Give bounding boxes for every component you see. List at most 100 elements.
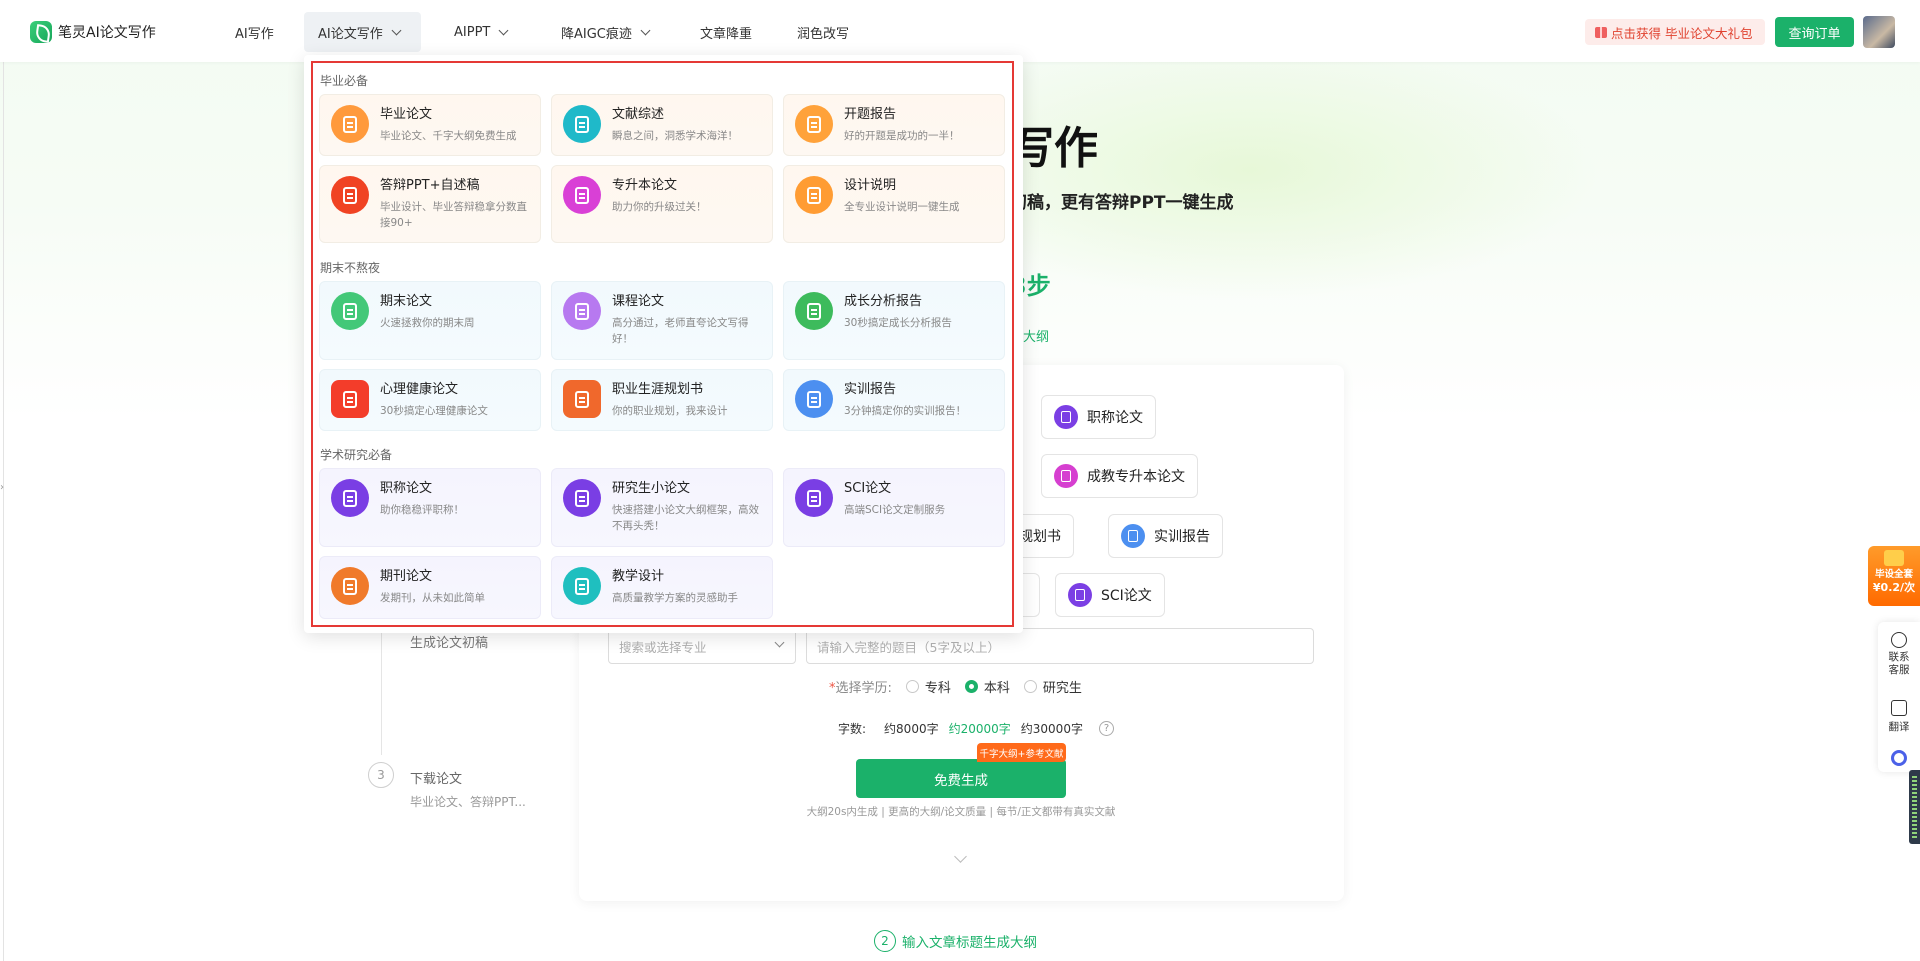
upgrade-icon [563, 176, 601, 214]
menu-item-sci-paper[interactable]: SCI论文 高端SCI论文定制服务 [783, 468, 1005, 547]
top-header: 笔灵AI论文写作 AI写作 AI论文写作 AIPPT 降AIGC痕迹 文章降重 … [0, 0, 1920, 62]
step3-number: 3 [368, 762, 394, 788]
menu-item-teaching-design[interactable]: 教学设计 高质量教学方案的灵感助手 [551, 556, 773, 619]
chevron-down-icon [640, 25, 651, 35]
menu-item-upgrade-paper[interactable]: 专升本论文 助力你的升级过关！ [551, 165, 773, 243]
nav-plagiarism-reduce[interactable]: 文章降重 [686, 12, 766, 52]
chip-sci-paper[interactable]: SCI论文 [1055, 573, 1165, 617]
major-select-placeholder: 搜索或选择专业 [619, 639, 707, 655]
step2-desc: 生成论文初稿 [410, 636, 489, 651]
menu-item-desc: 瞬息之间，洞悉学术海洋！ [612, 130, 738, 142]
menu-item-title: 专升本论文 [612, 178, 678, 193]
nav-label: AI论文写作 [318, 26, 383, 42]
menu-item-desc: 助你稳稳评职称！ [380, 504, 464, 516]
menu-item-title: 心理健康论文 [380, 382, 459, 397]
step-label: 输入文章标题生成大纲 [902, 935, 1037, 951]
logo[interactable]: 笔灵AI论文写作 [30, 21, 156, 43]
gift-icon [1595, 26, 1607, 38]
chip-title-paper[interactable]: 职称论文 [1041, 395, 1156, 439]
radio-associate[interactable] [905, 679, 919, 693]
menu-item-desc: 发期刊，从未如此简单 [380, 592, 485, 604]
menu-item-mental-health-paper[interactable]: 心理健康论文 30秒搞定心理健康论文 [319, 369, 541, 431]
page-background: › 写作 初稿，更有答辩PPT一键生成 3步 字大纲 生成论文初稿 3 下载论文… [0, 0, 1920, 961]
menu-item-career-plan[interactable]: 职业生涯规划书 你的职业规划，我来设计 [551, 369, 773, 431]
menu-item-design-description[interactable]: 设计说明 全专业设计说明一键生成 [783, 165, 1005, 243]
radio-label-bachelor: 本科 [983, 680, 1010, 696]
growth-chart-icon [795, 292, 833, 330]
menu-item-title: 文献综述 [612, 107, 665, 122]
gift-pack-button[interactable]: 点击获得 毕业论文大礼包 [1585, 19, 1765, 45]
nav-label: AIPPT [454, 24, 491, 40]
menu-item-title: 成长分析报告 [844, 294, 923, 309]
step3-title: 下载论文 [410, 772, 463, 787]
menu-item-title-paper[interactable]: 职称论文 助你稳稳评职称！ [319, 468, 541, 547]
left-edge-line [3, 60, 4, 961]
word-option-30000[interactable]: 约30000字 [1021, 720, 1083, 737]
promo-gift-widget[interactable]: 毕设全套 ¥0.2/次 [1868, 546, 1920, 606]
chip-training-report[interactable]: 实训报告 [1108, 514, 1223, 558]
menu-item-desc: 毕业论文、千字大纲免费生成 [380, 130, 517, 142]
radio-bachelor[interactable] [964, 679, 978, 693]
contact-service-button[interactable]: 联系客服 [1878, 632, 1920, 677]
nav-polish-rewrite[interactable]: 润色改写 [783, 12, 863, 52]
menu-item-training-report[interactable]: 实训报告 3分钟搞定你的实训报告！ [783, 369, 1005, 431]
menu-item-desc: 快速搭建小论文大纲框架，高效不再头秃！ [612, 504, 759, 532]
nav-ai-paper-writing[interactable]: AI论文写作 [304, 12, 421, 52]
chip-label: SCI论文 [1101, 588, 1152, 604]
menu-item-desc: 30秒搞定成长分析报告 [844, 317, 952, 329]
promo-price: ¥0.2/次 [1872, 581, 1916, 594]
menu-item-final-paper[interactable]: 期末论文 火速拯救你的期末周 [319, 281, 541, 360]
translate-label: 翻译 [1888, 721, 1910, 733]
menu-item-title: 课程论文 [612, 294, 665, 309]
avatar[interactable] [1863, 16, 1895, 48]
chip-label: 规划书 [1019, 529, 1061, 545]
menu-item-journal-paper[interactable]: 期刊论文 发期刊，从未如此简单 [319, 556, 541, 619]
graduation-paper-icon [331, 105, 369, 143]
document-icon [795, 479, 833, 517]
left-edge-marker: › [0, 482, 4, 493]
nav-aippt[interactable]: AIPPT [440, 12, 521, 52]
nav-label: 润色改写 [797, 26, 850, 42]
chip-adult-upgrade-paper[interactable]: 成教专升本论文 [1041, 454, 1198, 498]
topic-input-placeholder: 请输入完整的题目（5字及以上） [817, 639, 1000, 655]
document-badge-icon [1054, 405, 1078, 429]
chevron-down-icon [391, 25, 402, 35]
nav-label: AI写作 [235, 26, 274, 42]
side-toolbar: 联系客服 翻译 [1878, 622, 1920, 772]
career-icon [563, 380, 601, 418]
nav-label: 文章降重 [700, 26, 753, 42]
menu-item-title: 期刊论文 [380, 569, 433, 584]
nav-reduce-aigc[interactable]: 降AIGC痕迹 [547, 12, 663, 52]
major-select[interactable]: 搜索或选择专业 [608, 628, 796, 664]
menu-item-growth-report[interactable]: 成长分析报告 30秒搞定成长分析报告 [783, 281, 1005, 360]
design-ruler-icon [795, 176, 833, 214]
headset-icon [1891, 632, 1907, 648]
robot-icon [1891, 750, 1907, 766]
help-icon[interactable]: ? [1098, 720, 1114, 736]
ai-assistant-button[interactable] [1878, 750, 1920, 769]
menu-item-title: SCI论文 [844, 481, 892, 496]
word-option-20000[interactable]: 约20000字 [949, 720, 1011, 737]
translate-button[interactable]: 翻译 [1878, 700, 1920, 734]
menu-item-course-paper[interactable]: 课程论文 高分通过，老师直夸论文写得好！ [551, 281, 773, 360]
query-order-button[interactable]: 查询订单 [1775, 17, 1854, 47]
menu-item-graduate-paper[interactable]: 研究生小论文 快速搭建小论文大纲框架，高效不再头秃！ [551, 468, 773, 547]
topic-input[interactable]: 请输入完整的题目（5字及以上） [806, 628, 1314, 664]
journal-icon [331, 567, 369, 605]
menu-item-defense-ppt[interactable]: 答辩PPT+自述稿 毕业设计、毕业答辩稳拿分数直接90+ [319, 165, 541, 243]
menu-item-desc: 高质量教学方案的灵感助手 [612, 592, 738, 604]
document-badge-icon [331, 479, 369, 517]
radio-graduate[interactable] [1023, 679, 1037, 693]
menu-item-title: 教学设计 [612, 569, 665, 584]
scroll-indicator[interactable] [1909, 770, 1920, 844]
translate-icon [1891, 700, 1907, 716]
word-option-8000[interactable]: 约8000字 [884, 720, 939, 737]
menu-item-title: 开题报告 [844, 107, 897, 122]
generate-button[interactable]: 免费生成 [856, 759, 1066, 798]
menu-item-desc: 你的职业规划，我来设计 [612, 405, 728, 417]
menu-item-proposal-report[interactable]: 开题报告 好的开题是成功的一半！ [783, 94, 1005, 156]
nav-ai-writing[interactable]: AI写作 [221, 12, 288, 52]
menu-item-literature-review[interactable]: 文献综述 瞬息之间，洞悉学术海洋！ [551, 94, 773, 156]
teaching-icon [563, 567, 601, 605]
menu-item-graduation-paper[interactable]: 毕业论文 毕业论文、千字大纲免费生成 [319, 94, 541, 156]
